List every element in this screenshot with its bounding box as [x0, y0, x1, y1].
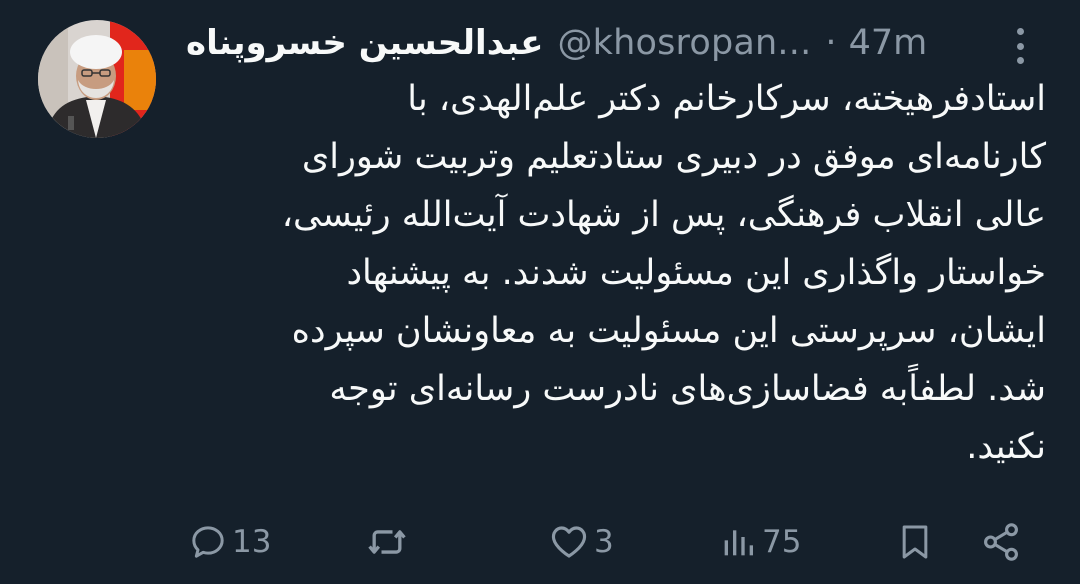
heart-icon [551, 526, 587, 558]
tweet-text-line: خواستار واگذاری این مسئولیت شدند. به پیش… [346, 253, 1046, 293]
views-count: 75 [762, 524, 802, 560]
retweet-button[interactable] [365, 512, 413, 572]
reply-icon [192, 526, 224, 558]
dot [1016, 28, 1024, 35]
like-button[interactable]: 3 [548, 512, 614, 572]
tweet-actions: 13 3 75 [180, 512, 1040, 572]
tweet-text-line: استادفرهیخته، سرکارخانم دکتر علم‌الهدی، … [407, 79, 1046, 119]
profile-photo-icon [38, 20, 156, 138]
analytics-icon [724, 530, 753, 556]
bookmark-button[interactable] [895, 512, 935, 572]
reply-button[interactable]: 13 [188, 512, 271, 572]
views-button[interactable]: 75 [718, 512, 801, 572]
author-handle[interactable]: @khosropan... [557, 23, 811, 63]
reply-count: 13 [232, 524, 272, 560]
tweet-text-line: شد. لطفاًبه فضاسازی‌های نادرست رسانه‌ای … [329, 369, 1046, 409]
retweet-icon [368, 530, 406, 554]
tweet-text: استادفرهیخته، سرکارخانم دکتر علم‌الهدی، … [186, 70, 1046, 476]
dot [1016, 42, 1024, 50]
dot [1016, 57, 1024, 64]
avatar[interactable] [38, 20, 156, 138]
tweet-text-line: عالی انقلاب فرهنگی، پس از شهادت آیت‌الله… [281, 195, 1046, 235]
tweet-timestamp[interactable]: 47m [849, 23, 928, 63]
more-options-icon[interactable] [1005, 24, 1035, 68]
separator-dot: · [825, 23, 837, 63]
tweet[interactable]: عبدالحسین خسروپناه @khosropan... · 47m ا… [0, 0, 1080, 584]
like-count: 3 [594, 524, 614, 560]
tweet-text-line: کارنامه‌ای موفق در دبیری ستادتعلیم وتربی… [301, 137, 1046, 177]
share-button[interactable] [980, 512, 1022, 572]
tweet-header: عبدالحسین خسروپناه @khosropan... · 47m [186, 18, 927, 68]
tweet-text-line: نکنید. [966, 427, 1046, 467]
share-icon [984, 523, 1018, 561]
author-display-name[interactable]: عبدالحسین خسروپناه [186, 23, 543, 63]
tweet-text-line: ایشان، سرپرستی این مسئولیت به معاونشان س… [291, 311, 1046, 351]
bookmark-icon [902, 525, 928, 559]
